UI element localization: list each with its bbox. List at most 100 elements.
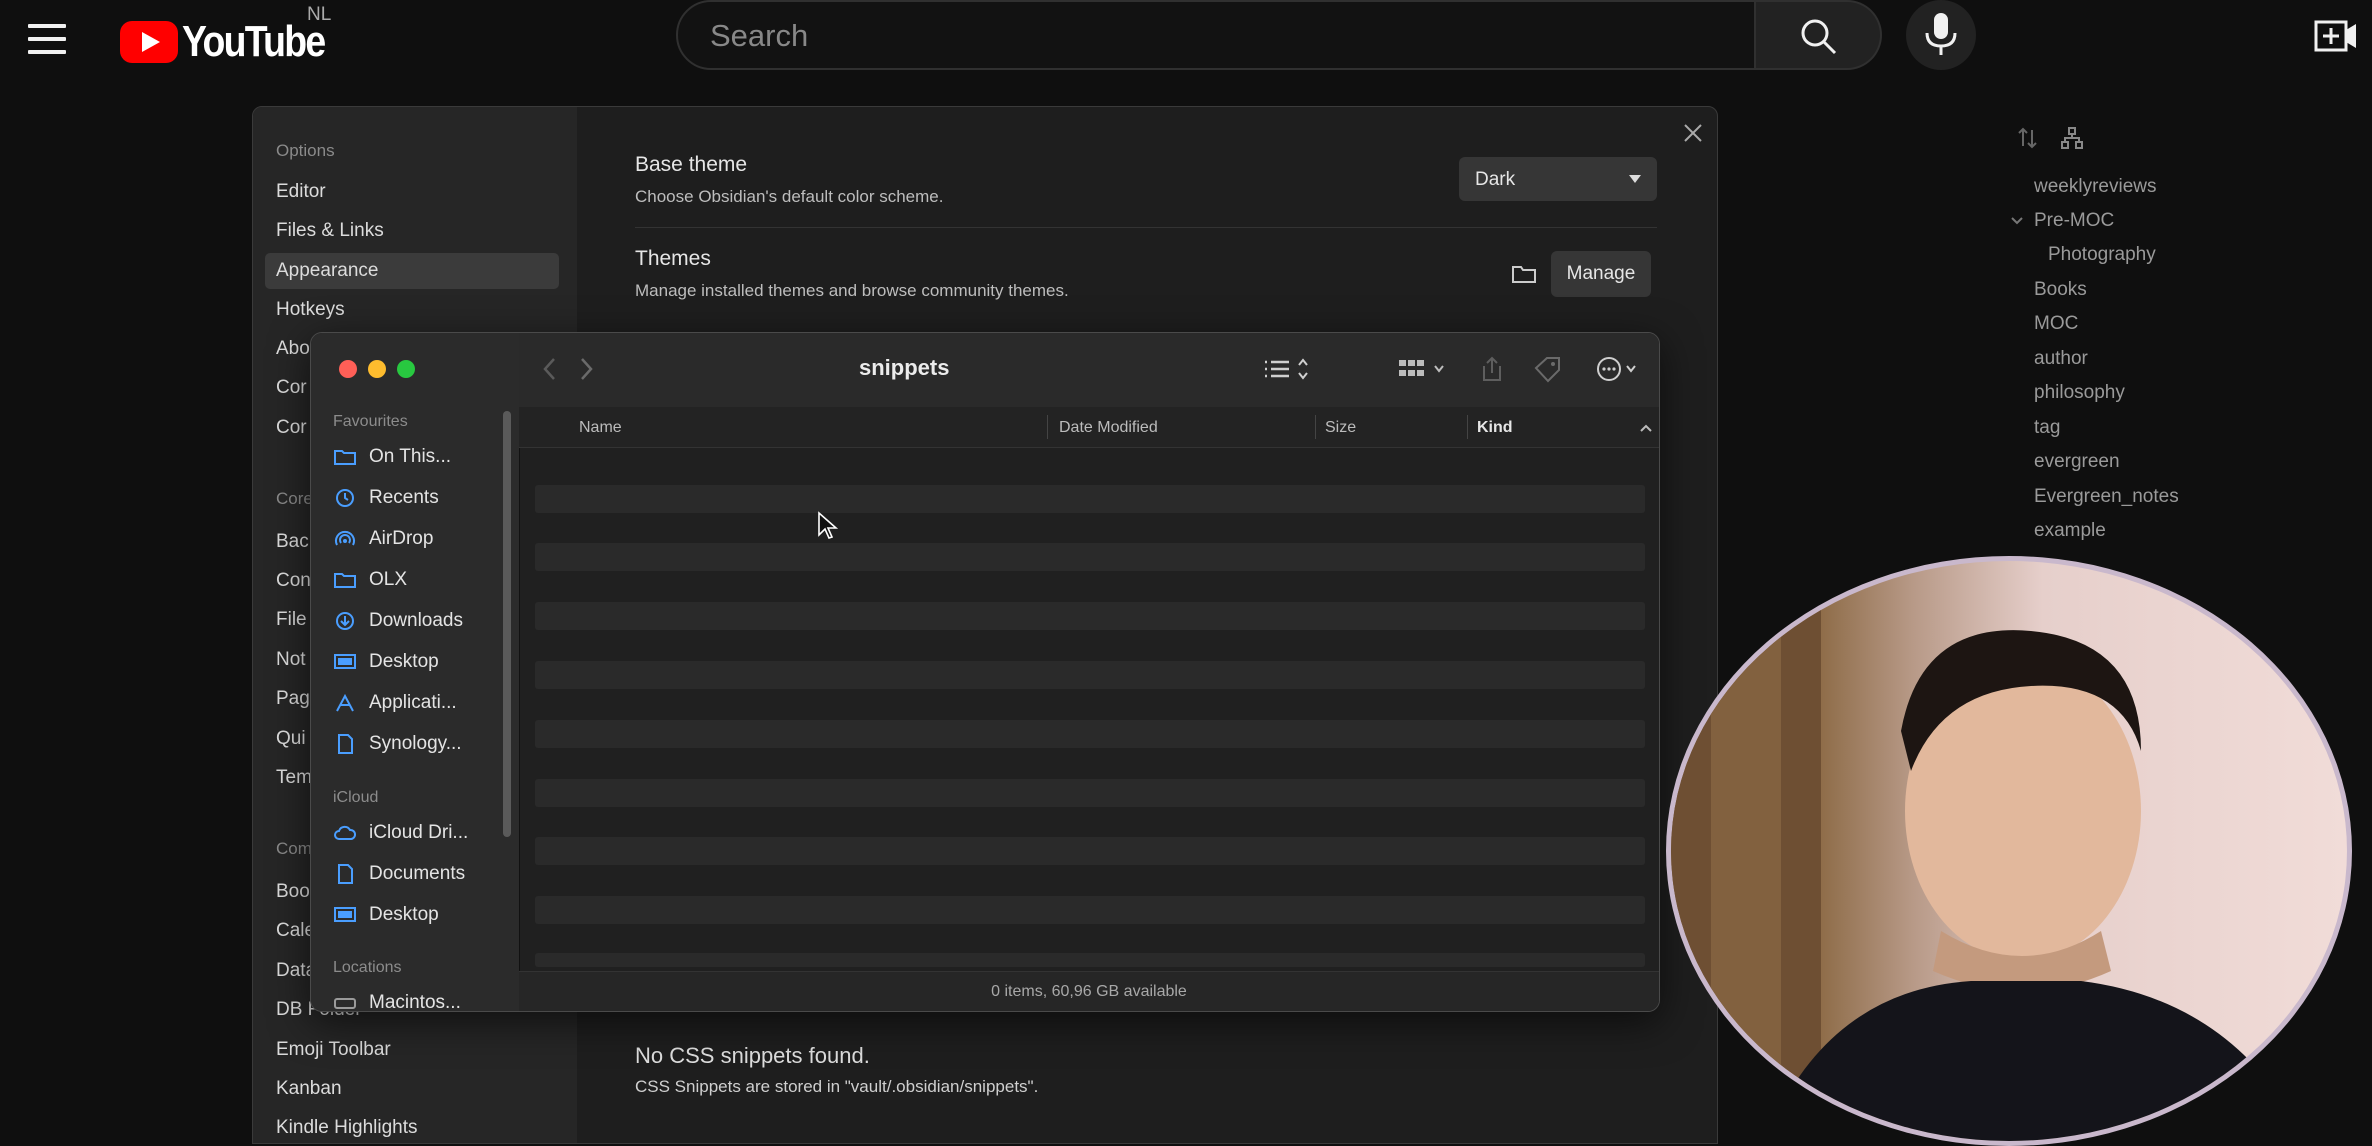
folder-icon [334, 450, 356, 465]
nav-item-emoji-toolbar[interactable]: Emoji Toolbar [276, 1039, 391, 1061]
window-minimize-button[interactable] [368, 360, 386, 378]
dropdown-caret-icon [1629, 175, 1641, 183]
snippets-location-desc: CSS Snippets are stored in "vault/.obsid… [635, 1077, 1039, 1096]
tree-item[interactable]: MOC [2034, 313, 2078, 335]
sidebar-item-recents[interactable]: Recents [333, 483, 503, 513]
voice-search-button[interactable] [1906, 0, 1976, 70]
list-row-stripe [535, 485, 1645, 513]
search-button[interactable] [1756, 0, 1882, 70]
list-row-stripe [535, 661, 1645, 689]
tree-item[interactable]: Pre-MOC [2034, 210, 2114, 232]
finder-sidebar: Favourites On This... Recents AirDrop OL… [311, 333, 520, 1011]
nav-item-command-palette[interactable]: Con [276, 570, 311, 592]
tag-icon[interactable] [1533, 355, 1563, 383]
group-icon[interactable] [1397, 355, 1453, 383]
column-divider[interactable] [1467, 415, 1468, 439]
share-icon[interactable] [1479, 355, 1505, 383]
nav-item-note-composer[interactable]: Not [276, 649, 306, 671]
tree-item[interactable]: weeklyreviews [2034, 176, 2156, 198]
nav-heading-options: Options [276, 141, 335, 160]
tree-item[interactable]: tag [2034, 417, 2060, 439]
youtube-play-icon [120, 21, 178, 63]
nav-item-community[interactable]: Cor [276, 417, 307, 439]
nav-item-quick-switcher[interactable]: Qui [276, 728, 306, 750]
tree-item[interactable]: Photography [2048, 244, 2156, 266]
webcam-overlay [1666, 556, 2352, 1146]
nav-heading-community: Com [276, 839, 312, 858]
sidebar-item-icloud-drive[interactable]: iCloud Dri... [333, 818, 503, 848]
nav-item-file-recovery[interactable]: File [276, 609, 307, 631]
tree-item[interactable]: philosophy [2034, 382, 2125, 404]
tree-item[interactable]: example [2034, 520, 2106, 542]
nav-item-plugin[interactable]: Boo [276, 881, 310, 903]
menu-icon[interactable] [24, 18, 74, 68]
setting-title-themes: Themes [635, 247, 711, 270]
desktop-icon [334, 907, 356, 922]
column-name[interactable]: Name [579, 419, 622, 437]
nav-item-about[interactable]: Abo [276, 338, 310, 360]
more-actions-icon[interactable] [1595, 355, 1645, 383]
no-snippets-title: No CSS snippets found. [635, 1043, 870, 1068]
sidebar-item-label: OLX [369, 569, 408, 590]
desktop-icon [334, 654, 356, 669]
sidebar-scrollbar[interactable] [503, 411, 511, 837]
nav-item-backlinks[interactable]: Bac [276, 531, 309, 553]
sidebar-item-macintosh[interactable]: Macintos... [333, 988, 503, 1012]
sidebar-item-downloads[interactable]: Downloads [333, 606, 503, 636]
tree-item[interactable]: author [2034, 348, 2088, 370]
chevron-down-icon[interactable] [2010, 214, 2024, 228]
folder-icon[interactable] [1511, 263, 1537, 285]
hierarchy-icon[interactable] [2060, 126, 2084, 150]
file-tree-panel: weeklyreviews Pre-MOC Photography Books … [1990, 100, 2372, 560]
column-kind[interactable]: Kind [1477, 419, 1513, 437]
sidebar-item-on-this[interactable]: On This... [333, 442, 503, 472]
nav-item-files-links[interactable]: Files & Links [276, 220, 384, 242]
document-icon [338, 734, 353, 754]
nav-item-appearance[interactable]: Appearance [276, 260, 378, 282]
sidebar-heading-icloud: iCloud [333, 789, 379, 806]
search-input[interactable] [708, 2, 1712, 70]
column-size[interactable]: Size [1325, 419, 1356, 437]
sort-icon[interactable] [2016, 126, 2040, 150]
base-theme-select[interactable]: Dark [1459, 157, 1657, 201]
sidebar-item-icloud-desktop[interactable]: Desktop [333, 900, 503, 930]
tree-item[interactable]: evergreen [2034, 451, 2120, 473]
sidebar-item-label: Macintos... [369, 992, 461, 1012]
nav-item-editor[interactable]: Editor [276, 181, 326, 203]
nav-item-kanban[interactable]: Kanban [276, 1078, 342, 1100]
column-divider[interactable] [1315, 415, 1316, 439]
sidebar-item-documents[interactable]: Documents [333, 859, 503, 889]
sidebar-item-synology[interactable]: Synology... [333, 729, 503, 759]
window-close-button[interactable] [339, 360, 357, 378]
sidebar-item-desktop[interactable]: Desktop [333, 647, 503, 677]
manage-themes-button[interactable]: Manage [1551, 251, 1651, 297]
setting-desc-base-theme: Choose Obsidian's default color scheme. [635, 187, 944, 206]
close-icon[interactable] [1681, 121, 1705, 145]
column-header: Name Date Modified Size Kind [519, 407, 1659, 448]
mic-icon [1925, 13, 1957, 55]
column-divider[interactable] [1047, 415, 1048, 439]
nav-item-kindle-highlights[interactable]: Kindle Highlights [276, 1117, 418, 1139]
nav-item-hotkeys[interactable]: Hotkeys [276, 299, 345, 321]
forward-icon[interactable] [577, 355, 595, 383]
nav-item-templates[interactable]: Tem [276, 767, 312, 789]
create-video-icon[interactable] [2314, 16, 2358, 56]
window-zoom-button[interactable] [397, 360, 415, 378]
tree-item[interactable]: Evergreen_notes [2034, 486, 2179, 508]
sidebar-item-olx[interactable]: OLX [333, 565, 503, 595]
country-code: NL [307, 4, 332, 25]
sidebar-item-label: Desktop [369, 651, 439, 672]
nav-item-page-preview[interactable]: Pag [276, 688, 310, 710]
tree-item[interactable]: Books [2034, 279, 2087, 301]
sidebar-item-airdrop[interactable]: AirDrop [333, 524, 503, 554]
sidebar-item-label: Downloads [369, 610, 463, 631]
back-icon[interactable] [541, 355, 559, 383]
sort-ascending-icon[interactable] [1639, 423, 1653, 433]
list-view-icon[interactable] [1263, 355, 1319, 383]
nav-item-core[interactable]: Cor [276, 377, 307, 399]
sidebar-item-applications[interactable]: Applicati... [333, 688, 503, 718]
list-row-stripe [535, 543, 1645, 571]
list-row-stripe [535, 896, 1645, 924]
column-date-modified[interactable]: Date Modified [1059, 419, 1158, 437]
sidebar-heading-favourites: Favourites [333, 413, 408, 430]
